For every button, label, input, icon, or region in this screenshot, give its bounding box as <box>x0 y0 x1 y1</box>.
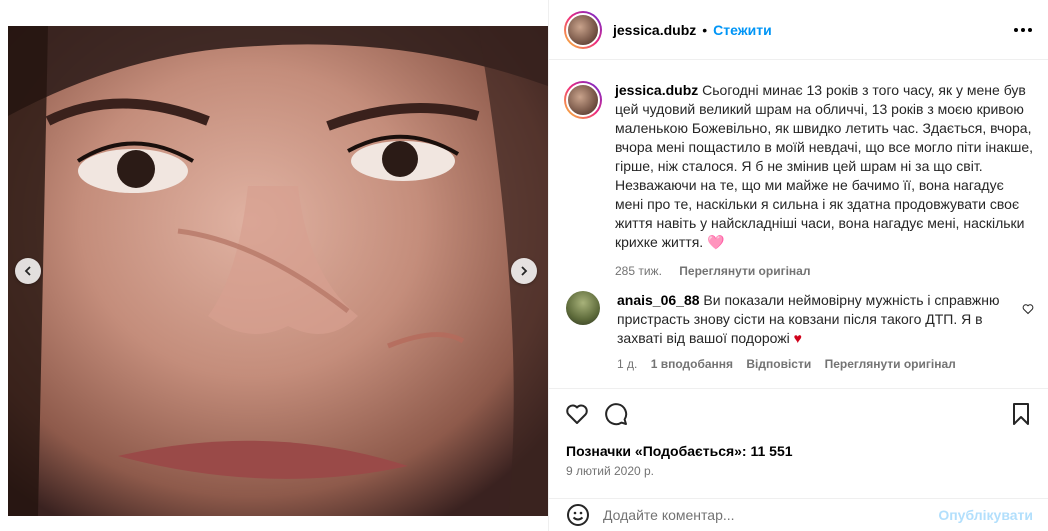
commenter-avatar[interactable] <box>566 291 600 325</box>
comments-scroll-area[interactable]: jessica.dubz Сьогодні минає 13 років з т… <box>549 61 1048 387</box>
like-button[interactable] <box>565 402 589 426</box>
instagram-post-modal: jessica.dubz • Стежити jessica.dubz Сьог… <box>0 0 1048 531</box>
backdrop-edge <box>0 0 8 531</box>
comment-likes-count[interactable]: 1 вподобання <box>651 357 733 371</box>
post-details-panel: jessica.dubz • Стежити jessica.dubz Сьог… <box>548 0 1048 531</box>
post-date[interactable]: 9 лютий 2020 р. <box>566 464 654 478</box>
post-header: jessica.dubz • Стежити <box>549 0 1048 60</box>
comment-like-heart-icon[interactable] <box>1022 303 1034 315</box>
commenter-username[interactable]: anais_06_88 <box>617 292 700 308</box>
bookmark-icon <box>1013 403 1029 425</box>
author-avatar[interactable] <box>564 10 602 49</box>
post-caption: jessica.dubz Сьогодні минає 13 років з т… <box>564 81 1044 278</box>
comment-meta: 1 д. 1 вподобання Відповісти Переглянути… <box>617 357 1012 371</box>
heart-outline-icon <box>566 404 588 424</box>
heart-emoji: ♥ <box>793 330 802 346</box>
add-comment-bar: Опублікувати <box>549 498 1048 531</box>
caption-see-original-button[interactable]: Переглянути оригінал <box>679 264 810 278</box>
caption-avatar[interactable] <box>564 81 602 119</box>
comment-text: anais_06_88 Ви показали неймовірну мужні… <box>617 292 1000 346</box>
comment-bubble-icon <box>605 403 628 426</box>
post-actions: Позначки «Подобається»: 11 551 9 лютий 2… <box>549 388 1048 508</box>
comment-item: anais_06_88 Ви показали неймовірну мужні… <box>564 291 1044 371</box>
emoji-picker-button[interactable] <box>566 503 590 527</box>
publish-comment-button[interactable]: Опублікувати <box>938 507 1033 523</box>
caption-time[interactable]: 285 тиж. <box>615 264 662 278</box>
follow-button[interactable]: Стежити <box>713 22 772 38</box>
likes-count[interactable]: Позначки «Подобається»: 11 551 <box>566 443 793 459</box>
comment-button[interactable] <box>604 402 628 426</box>
caption-username[interactable]: jessica.dubz <box>615 82 698 98</box>
face-illustration <box>8 26 548 516</box>
comment-time[interactable]: 1 д. <box>617 357 637 371</box>
caption-text: jessica.dubz Сьогодні минає 13 років з т… <box>615 82 1034 250</box>
more-options-icon[interactable] <box>1014 21 1032 39</box>
separator-dot: • <box>702 21 708 38</box>
chevron-left-icon <box>24 266 31 276</box>
comment-input[interactable] <box>603 507 923 523</box>
smiley-icon <box>567 504 589 526</box>
post-photo[interactable] <box>8 26 548 516</box>
chevron-right-icon <box>521 266 528 276</box>
prev-image-button[interactable] <box>15 258 41 284</box>
comment-see-original-button[interactable]: Переглянути оригінал <box>825 357 956 371</box>
author-username[interactable]: jessica.dubz <box>613 22 696 38</box>
next-image-button[interactable] <box>511 258 537 284</box>
caption-meta: 285 тиж. Переглянути оригінал <box>615 264 1035 278</box>
save-button[interactable] <box>1009 402 1033 426</box>
reply-button[interactable]: Відповісти <box>746 357 811 371</box>
